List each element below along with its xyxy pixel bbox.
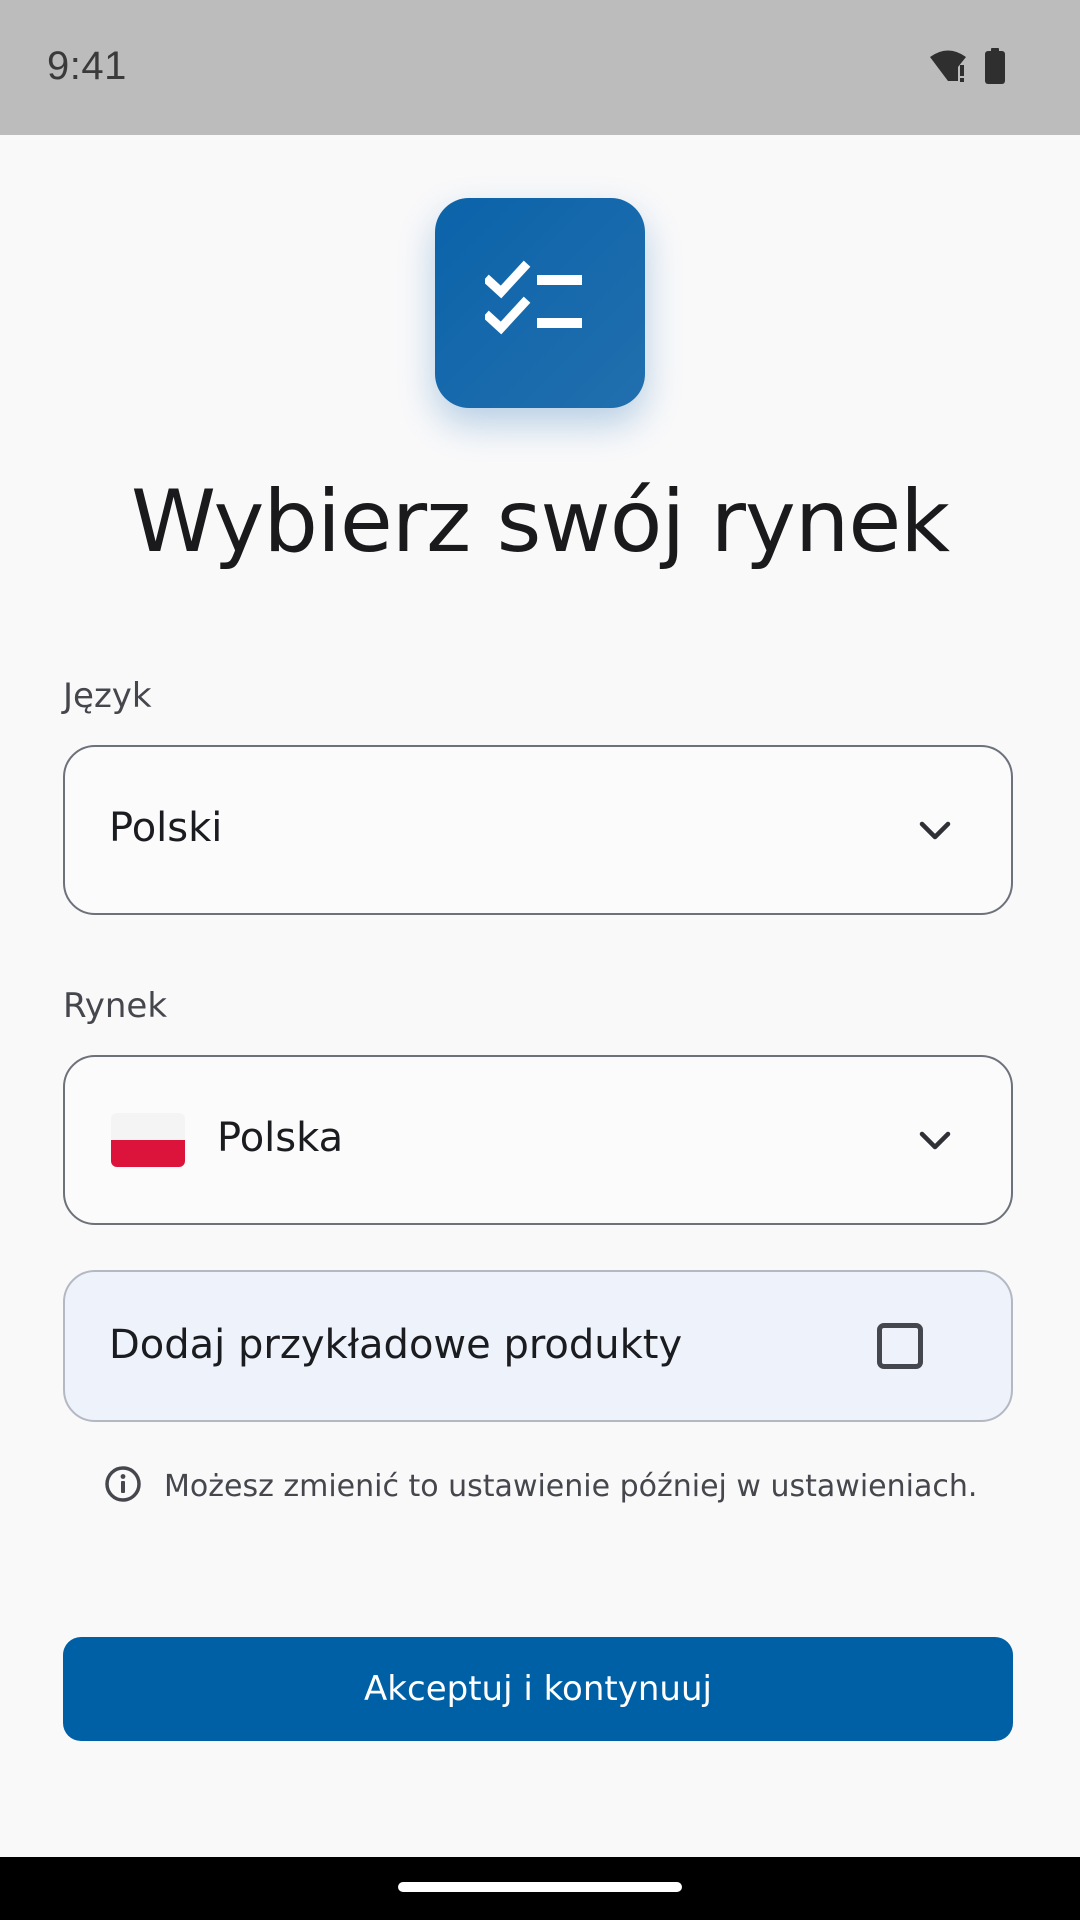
chevron-down-icon [917, 815, 953, 849]
accept-continue-button[interactable]: Akceptuj i kontynuuj [63, 1637, 1013, 1741]
battery-icon [984, 48, 1006, 88]
sample-products-label: Dodaj przykładowe produkty [109, 1322, 683, 1368]
info-note: Możesz zmienić to ustawienie później w u… [104, 1465, 977, 1507]
info-text: Możesz zmienić to ustawienie później w u… [164, 1468, 978, 1504]
language-label: Język [63, 676, 152, 716]
market-label: Rynek [63, 986, 168, 1026]
sample-products-checkbox[interactable] [877, 1323, 923, 1369]
language-select[interactable]: Polski [63, 745, 1013, 915]
poland-flag-icon [111, 1113, 185, 1167]
language-value: Polski [109, 805, 223, 851]
navigation-bar [0, 1857, 1080, 1920]
sample-products-row[interactable]: Dodaj przykładowe produkty [63, 1270, 1013, 1422]
home-gesture-handle[interactable] [398, 1882, 682, 1892]
wifi-alert-icon [928, 48, 968, 88]
chevron-down-icon [917, 1125, 953, 1159]
checklist-icon [485, 260, 582, 335]
market-select[interactable]: Polska [63, 1055, 1013, 1225]
market-value: Polska [217, 1115, 344, 1161]
status-icons [928, 48, 1006, 88]
status-bar: 9:41 [0, 0, 1080, 135]
app-logo [435, 198, 645, 408]
status-time: 9:41 [47, 44, 127, 88]
info-icon [104, 1465, 142, 1507]
page-title: Wybierz swój rynek [130, 472, 950, 572]
